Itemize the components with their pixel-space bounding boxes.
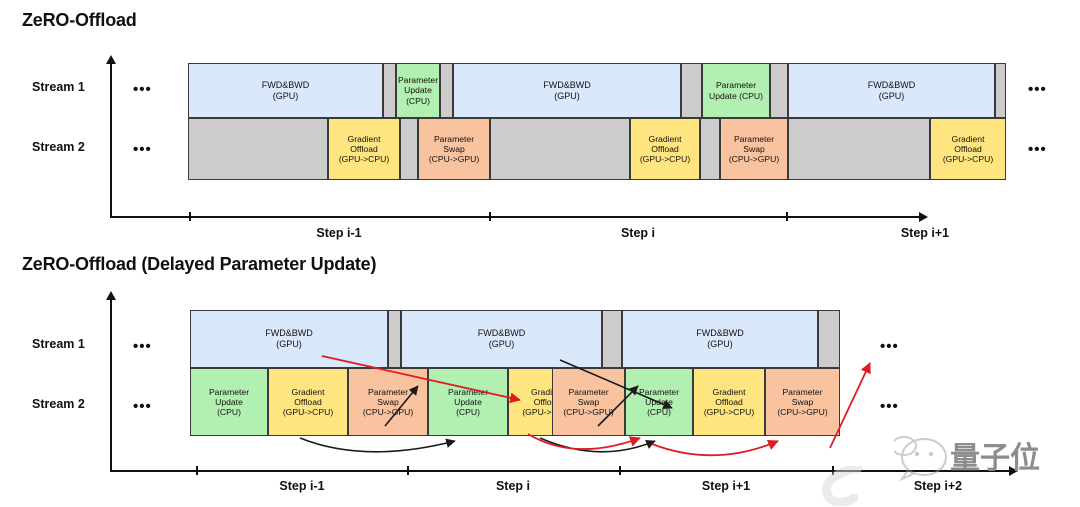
block-gradient-offload: Gradient Offload (GPU->CPU) <box>693 368 765 436</box>
page-title-zero-offload-dpu: ZeRO-Offload (Delayed Parameter Update) <box>22 254 377 274</box>
watermark-text: 量子位 <box>950 441 1040 476</box>
axis-tick <box>189 212 191 221</box>
block-idle <box>995 63 1006 118</box>
watermark-swoosh <box>822 466 863 506</box>
axis-tick <box>786 212 788 221</box>
continuation-left-stream2-panel2: ••• <box>133 398 152 415</box>
stream-label-1-panel1: Stream 1 <box>32 80 85 94</box>
block-parameter-update: Parameter Update (CPU) <box>396 63 440 118</box>
continuation-left-stream1-panel2: ••• <box>133 338 152 355</box>
continuation-right-stream2-panel2: ••• <box>880 398 899 415</box>
axis-tick <box>407 466 409 475</box>
continuation-right-stream1-panel2: ••• <box>880 338 899 355</box>
block-fwd-bwd: FWD&BWD (GPU) <box>401 310 602 368</box>
continuation-right-stream1-panel1: ••• <box>1028 81 1047 98</box>
step-label: Step i+1 <box>900 226 950 240</box>
continuation-right-stream2-panel1: ••• <box>1028 141 1047 158</box>
stream-label-2-panel2: Stream 2 <box>32 397 85 411</box>
block-gradient-offload: Gradient Offload (GPU->CPU) <box>630 118 700 180</box>
step-label: Step i-1 <box>279 479 325 493</box>
block-parameter-update: Parameter Update (CPU) <box>428 368 508 436</box>
y-axis-panel2 <box>106 291 116 472</box>
x-axis-panel2 <box>110 466 1018 476</box>
panel-zero-offload: ZeRO-Offload Stream 1 Stream 2 ••• ••• •… <box>0 0 1080 248</box>
block-fwd-bwd: FWD&BWD (GPU) <box>453 63 681 118</box>
block-idle <box>388 310 401 368</box>
block-fwd-bwd: FWD&BWD (GPU) <box>788 63 995 118</box>
axis-tick <box>619 466 621 475</box>
axis-tick <box>489 212 491 221</box>
block-idle <box>490 118 630 180</box>
axis-tick <box>196 466 198 475</box>
block-idle <box>770 63 788 118</box>
block-idle <box>681 63 702 118</box>
block-idle <box>383 63 396 118</box>
step-label: Step i-1 <box>316 226 362 240</box>
block-gradient-offload: Gradient Offload (GPU->CPU) <box>930 118 1006 180</box>
block-idle <box>788 118 930 180</box>
block-parameter-update: Parameter Update (CPU) <box>625 368 693 436</box>
y-axis-panel1 <box>106 55 116 218</box>
block-parameter-update: Parameter Update (CPU) <box>190 368 268 436</box>
step-label: Step i <box>495 479 531 493</box>
stream-label-1-panel2: Stream 1 <box>32 337 85 351</box>
block-parameter-update: Parameter Update (CPU) <box>702 63 770 118</box>
block-parameter-swap: Parameter Swap (CPU->GPU) <box>348 368 428 436</box>
block-idle <box>188 118 328 180</box>
continuation-left-stream1-panel1: ••• <box>133 81 152 98</box>
block-fwd-bwd: FWD&BWD (GPU) <box>188 63 383 118</box>
block-parameter-swap: Parameter Swap (CPU->GPU) <box>720 118 788 180</box>
block-fwd-bwd: FWD&BWD (GPU) <box>622 310 818 368</box>
stream-label-2-panel1: Stream 2 <box>32 140 85 154</box>
block-parameter-swap: Parameter Swap (CPU->GPU) <box>765 368 840 436</box>
x-axis-panel1 <box>110 212 928 222</box>
block-gradient-offload: Gradient Offload (GPU->CPU) <box>268 368 348 436</box>
watermark-logo <box>894 436 947 482</box>
step-label: Step i+1 <box>701 479 751 493</box>
step-label: Step i <box>620 226 656 240</box>
block-fwd-bwd: FWD&BWD (GPU) <box>190 310 388 368</box>
block-idle <box>602 310 622 368</box>
block-idle <box>700 118 720 180</box>
block-parameter-swap: Parameter Swap (CPU->GPU) <box>418 118 490 180</box>
continuation-left-stream2-panel1: ••• <box>133 141 152 158</box>
block-gradient-offload: Gradient Offload (GPU->CPU) <box>328 118 400 180</box>
block-idle <box>818 310 840 368</box>
page-title-zero-offload: ZeRO-Offload <box>22 10 137 30</box>
block-idle <box>440 63 453 118</box>
block-idle <box>400 118 418 180</box>
block-parameter-swap: Parameter Swap (CPU->GPU) <box>552 368 625 436</box>
